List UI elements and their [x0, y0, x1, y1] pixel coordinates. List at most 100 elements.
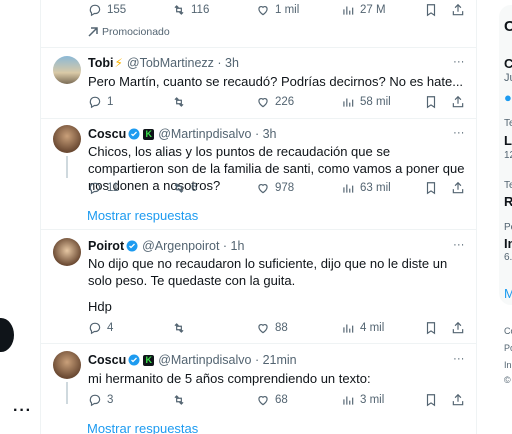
- author-handle[interactable]: @Martinpdisalvo · 3h: [158, 127, 276, 141]
- reply-icon: [89, 96, 101, 109]
- author-name[interactable]: Coscu: [88, 127, 126, 141]
- show-replies-link[interactable]: Mostrar respuestas: [87, 421, 198, 434]
- sidebar-link[interactable]: ●: [504, 90, 512, 105]
- bookmark-button[interactable]: [424, 321, 443, 335]
- more-options-icon[interactable]: ···: [13, 402, 32, 420]
- share-button[interactable]: [451, 321, 470, 335]
- footer-link[interactable]: Po: [504, 343, 512, 353]
- sidebar-heading: C: [504, 18, 512, 35]
- reply-button[interactable]: 4: [88, 321, 113, 335]
- like-count: 68: [275, 394, 288, 406]
- retweet-button[interactable]: 116: [172, 3, 209, 17]
- reply-icon: [89, 182, 101, 195]
- author-handle[interactable]: @TobMartinezz · 3h: [127, 56, 239, 70]
- retweet-button[interactable]: 6: [172, 181, 197, 195]
- retweet-button[interactable]: [172, 393, 191, 407]
- sidebar-text: Te: [504, 180, 512, 191]
- heart-icon: [258, 324, 268, 334]
- reply-count: 4: [107, 322, 114, 334]
- sidebar-text[interactable]: R: [504, 194, 512, 209]
- promoted-label: Promocionado: [88, 26, 170, 38]
- retweet-icon: [174, 5, 184, 15]
- share-button[interactable]: [451, 393, 470, 407]
- tweet-header: Tobi ⚡ @TobMartinezz · 3h: [88, 56, 239, 70]
- tweet-header: Coscu K @Martinpdisalvo · 21min: [88, 353, 297, 367]
- tweet-menu-button[interactable]: ···: [453, 56, 465, 68]
- divider: [41, 47, 476, 48]
- reply-button[interactable]: 11: [88, 181, 119, 195]
- author-handle[interactable]: @Martinpdisalvo · 21min: [158, 353, 296, 367]
- avatar[interactable]: [53, 56, 81, 84]
- like-count: 978: [275, 182, 295, 194]
- avatar[interactable]: [53, 238, 81, 266]
- like-count: 1 mil: [275, 4, 300, 16]
- verified-badge-icon: [128, 354, 140, 366]
- bookmark-button[interactable]: [424, 95, 443, 109]
- reply-button[interactable]: 1: [88, 95, 113, 109]
- share-button[interactable]: [451, 181, 470, 195]
- views-button[interactable]: 3 mil: [341, 393, 384, 407]
- footer-link[interactable]: In: [504, 360, 512, 370]
- retweet-button[interactable]: [172, 321, 191, 335]
- retweet-count: 6: [191, 182, 198, 194]
- sidebar-text: 12: [504, 150, 512, 161]
- author-name[interactable]: Poirot: [88, 239, 124, 253]
- like-button[interactable]: 226: [256, 95, 294, 109]
- tweet-menu-button[interactable]: ···: [453, 239, 465, 251]
- like-button[interactable]: 1 mil: [256, 3, 299, 17]
- bookmark-button[interactable]: [424, 181, 443, 195]
- tweet-menu-button[interactable]: ···: [453, 353, 465, 365]
- reply-button[interactable]: 155: [88, 3, 126, 17]
- sidebar-text[interactable]: Lo: [504, 133, 512, 148]
- tweet-menu-button[interactable]: ···: [453, 127, 465, 139]
- like-button[interactable]: 978: [256, 181, 294, 195]
- author-name[interactable]: Tobi: [88, 56, 113, 70]
- like-button[interactable]: 68: [256, 393, 288, 407]
- author-handle[interactable]: @Argenpoirot · 1h: [142, 239, 244, 253]
- heart-icon: [258, 6, 268, 16]
- avatar[interactable]: [53, 351, 81, 379]
- sidebar-text: C: [504, 56, 512, 71]
- bookmark-icon: [426, 4, 436, 17]
- promoted-icon: [88, 27, 98, 37]
- kick-badge-icon: K: [143, 128, 155, 140]
- author-name[interactable]: Coscu: [88, 353, 126, 367]
- views-button[interactable]: 4 mil: [341, 321, 384, 335]
- views-button[interactable]: 63 mil: [341, 181, 391, 195]
- share-button[interactable]: [451, 95, 470, 109]
- left-nav-post-button[interactable]: [0, 318, 14, 352]
- more-icon: ···: [453, 239, 465, 251]
- views-button[interactable]: 58 mil: [341, 95, 391, 109]
- right-sidebar: C C Ju ● Te Lo 12 Te R Po In 6. M Co Po …: [491, 0, 512, 434]
- bookmark-icon: [426, 182, 436, 195]
- reply-button[interactable]: 3: [88, 393, 113, 407]
- retweet-button[interactable]: [172, 95, 191, 109]
- more-icon: ···: [453, 56, 465, 68]
- views-count: 27 M: [360, 4, 386, 16]
- reply-count: 3: [107, 394, 114, 406]
- sidebar-text: 6.: [504, 252, 512, 263]
- show-more-link[interactable]: M: [504, 286, 512, 301]
- views-button[interactable]: 27 M: [341, 3, 386, 17]
- heart-icon: [258, 184, 268, 194]
- show-replies-link[interactable]: Mostrar respuestas: [87, 208, 198, 223]
- thread-line: [66, 156, 68, 178]
- sidebar-text[interactable]: In: [504, 236, 512, 251]
- bookmark-button[interactable]: [424, 3, 443, 17]
- bookmark-icon: [426, 96, 436, 109]
- share-icon: [452, 321, 464, 334]
- retweet-icon: [174, 323, 184, 333]
- bookmark-button[interactable]: [424, 393, 443, 407]
- views-icon: [343, 324, 354, 333]
- share-button[interactable]: [451, 3, 470, 17]
- kick-badge-icon: K: [143, 354, 155, 366]
- views-count: 4 mil: [360, 322, 385, 334]
- thread-line: [66, 382, 68, 404]
- reply-icon: [89, 322, 101, 335]
- views-icon: [343, 6, 354, 15]
- retweet-icon: [174, 97, 184, 107]
- like-button[interactable]: 88: [256, 321, 288, 335]
- footer-link[interactable]: Co: [504, 326, 512, 336]
- sidebar-text: Te: [504, 118, 512, 129]
- avatar[interactable]: [53, 125, 81, 153]
